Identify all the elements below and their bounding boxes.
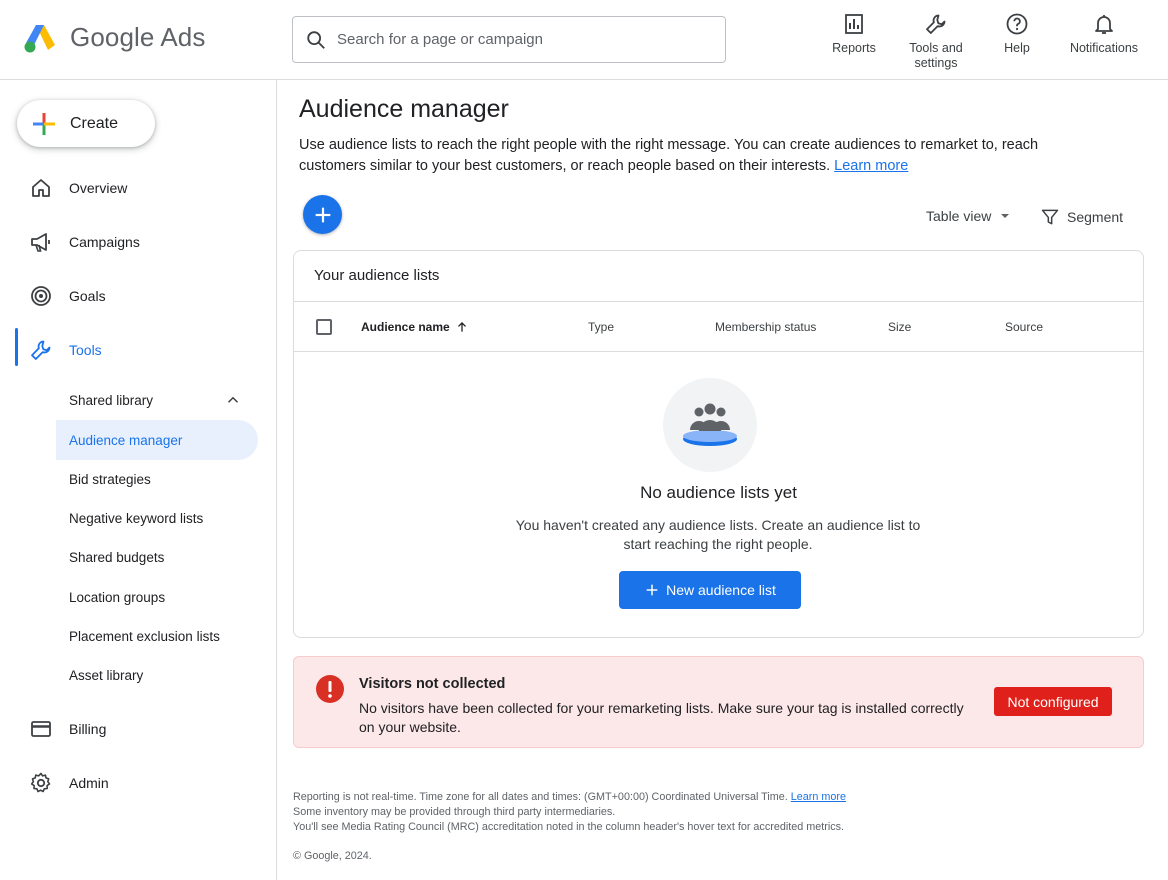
active-indicator [15,328,18,366]
help-icon [1006,13,1028,35]
empty-state-description: You haven't created any audience lists. … [515,517,921,552]
sidebar-item-label: Billing [69,721,107,737]
audience-lists-card: Your audience lists Audience name Type M… [293,250,1144,638]
alert-title: Visitors not collected [359,676,506,692]
sidebar-item-label: Tools [69,342,102,358]
people-group-icon [683,403,737,446]
select-all-checkbox[interactable] [316,319,332,335]
notifications-button[interactable]: Notifications [1064,12,1144,56]
sidebar-item-admin[interactable]: Admin [0,761,276,805]
segment-label: Segment [1067,209,1124,225]
add-audience-button[interactable] [303,195,342,234]
footer-line-1-text: Reporting is not real-time. Time zone fo… [293,791,788,803]
sidebar-item-billing[interactable]: Billing [0,707,276,751]
create-button[interactable]: Create [17,100,155,147]
tools-and-settings-label: Tools and settings [909,41,963,70]
segment-button[interactable]: Segment [1040,207,1123,227]
copyright: © Google, 2024. [293,850,372,862]
alert-description: No visitors have been collected for your… [359,700,964,735]
card-title: Your audience lists [314,267,440,284]
reports-icon [845,14,863,34]
help-button[interactable]: Help [998,12,1036,56]
column-header-type[interactable]: Type [588,320,614,334]
visitors-alert: Visitors not collected No visitors have … [293,656,1144,748]
page-title: Audience manager [299,95,509,123]
target-icon [31,286,51,306]
page-description-text: Use audience lists to reach the right pe… [299,137,1039,174]
logo-text: Google Ads [70,22,206,52]
search-input[interactable] [337,31,697,48]
new-audience-list-label: New audience list [666,582,776,598]
page-description: Use audience lists to reach the right pe… [299,135,1049,177]
table-view-label: Table view [926,208,992,224]
shared-library-label: Shared library [69,392,154,408]
reports-label: Reports [832,41,876,55]
audience-empty-illustration [663,378,757,472]
status-badge[interactable]: Not configured [994,687,1112,716]
dropdown-arrow-icon [1001,214,1010,218]
sidebar-item-placement-exclusion-lists[interactable]: Placement exclusion lists [56,616,258,656]
table-view-dropdown[interactable]: Table view [926,208,1013,224]
footer-line-1: Reporting is not real-time. Time zone fo… [293,790,846,805]
megaphone-icon [31,233,50,252]
wrench-icon [926,14,946,34]
search-box[interactable] [292,16,726,63]
search-icon [307,30,325,49]
sort-arrow-up-icon [457,322,466,332]
plus-multicolor-icon [33,112,55,135]
google-ads-logo[interactable]: Google Ads [24,22,205,53]
sidebar-item-campaigns[interactable]: Campaigns [0,220,276,264]
sidebar-item-negative-keyword-lists[interactable]: Negative keyword lists [56,498,258,538]
sidebar-item-audience-manager[interactable]: Audience manager [56,420,258,460]
sidebar-item-overview[interactable]: Overview [0,166,276,210]
footer-line-3: You'll see Media Rating Council (MRC) ac… [293,821,845,833]
sidebar-item-tools[interactable]: Tools [0,328,276,372]
tools-and-settings-button[interactable]: Tools and settings [902,12,970,71]
shared-library-toggle[interactable]: Shared library [56,380,258,420]
new-audience-list-button[interactable]: New audience list [619,571,801,609]
home-icon [32,179,50,197]
learn-more-link[interactable]: Learn more [834,158,908,174]
sidebar-item-goals[interactable]: Goals [0,274,276,318]
column-header-audience-name[interactable]: Audience name [361,320,469,334]
error-icon [316,675,344,703]
column-header-source[interactable]: Source [1005,320,1043,334]
credit-card-icon [31,721,51,737]
footer-line-2: Some inventory may be provided through t… [293,806,616,818]
reports-button[interactable]: Reports [828,12,880,56]
reporting-footer: Reporting is not real-time. Time zone fo… [293,790,846,835]
main-content: Audience manager Use audience lists to r… [278,80,1168,880]
sidebar-item-location-groups[interactable]: Location groups [56,577,258,617]
help-label: Help [1004,41,1030,55]
filter-icon [1041,209,1059,225]
wrench-icon [31,340,51,360]
sidebar-item-label: Campaigns [69,234,140,250]
plus-icon [315,207,330,222]
bell-icon [1095,15,1113,34]
google-ads-logo-icon [24,24,55,52]
notifications-label: Notifications [1069,41,1139,55]
footer-learn-more-link[interactable]: Learn more [791,791,846,803]
sidebar-item-label: Overview [69,180,128,196]
gear-icon [30,772,51,793]
sidebar-item-asset-library[interactable]: Asset library [56,655,258,695]
empty-state-title: No audience lists yet [640,483,797,502]
table-header: Audience name Type Membership status Siz… [294,301,1143,352]
sidebar-item-bid-strategies[interactable]: Bid strategies [56,459,258,499]
sidebar-item-label: Admin [69,775,109,791]
sidebar-item-label: Goals [69,288,106,304]
column-header-membership-status[interactable]: Membership status [715,320,816,334]
chevron-up-icon [227,396,239,403]
create-label: Create [70,114,119,132]
sidebar-item-shared-budgets[interactable]: Shared budgets [56,537,258,577]
column-header-size[interactable]: Size [888,320,911,334]
sidebar: Create Overview Campaigns Goals Tools Sh… [0,80,277,880]
plus-icon [646,584,658,596]
top-header: Google Ads Reports Tools and settings He… [0,0,1168,80]
column-label: Audience name [361,320,450,334]
